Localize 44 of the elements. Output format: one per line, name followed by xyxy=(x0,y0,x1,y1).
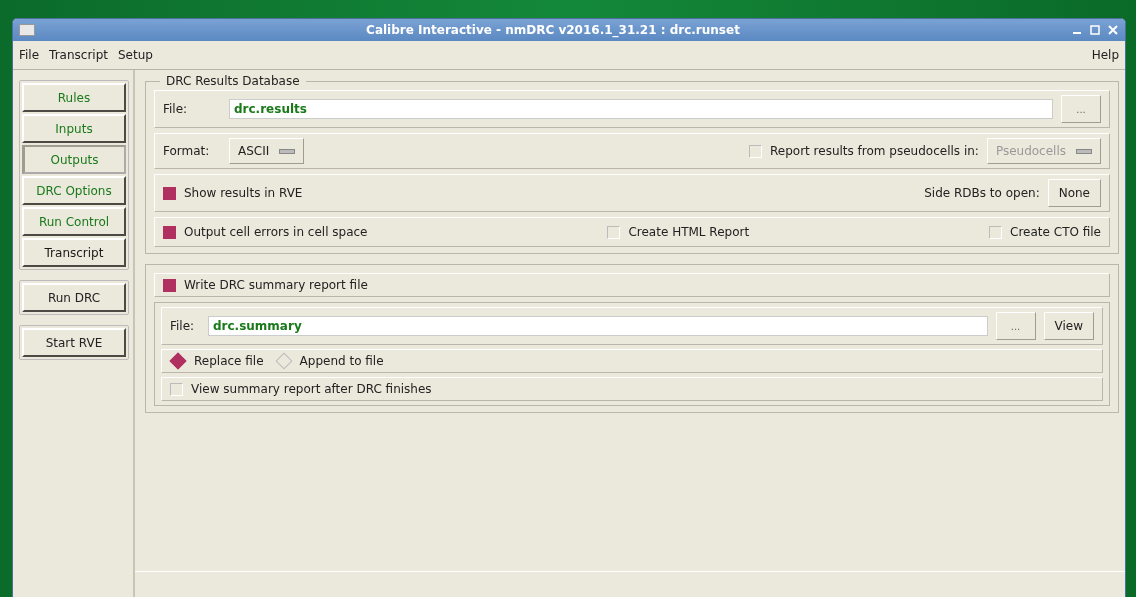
checkbox[interactable] xyxy=(170,382,183,396)
menu-item[interactable]: Help xyxy=(1091,48,1119,62)
action-button[interactable]: Start RVE xyxy=(22,328,126,357)
window-title: Calibre Interactive - nmDRC v2016.1_31.21 : drc.runset xyxy=(365,23,741,37)
close-icon[interactable] xyxy=(1107,24,1119,36)
field-label: Format: xyxy=(163,144,211,158)
format-dropdown[interactable]: ASCII xyxy=(229,138,305,164)
checkbox-label: Create CTO file xyxy=(1010,225,1101,239)
maximize-icon[interactable] xyxy=(1089,24,1101,36)
menu-item[interactable]: Setup xyxy=(118,48,153,62)
group-title: DRC Results Database xyxy=(165,74,301,88)
window-menu-icon[interactable] xyxy=(19,24,35,36)
menu-item[interactable]: Transcript xyxy=(49,48,108,62)
radio-label: Append to file xyxy=(299,354,384,368)
file-input[interactable]: drc.summary xyxy=(208,316,988,336)
nav-button[interactable]: Run Control xyxy=(22,207,126,236)
field-label: File: xyxy=(163,102,189,116)
action-button[interactable]: Run DRC xyxy=(22,283,126,312)
checkbox-label: Create HTML Report xyxy=(628,225,750,239)
view-button[interactable]: View xyxy=(1043,312,1094,340)
nav-button[interactable]: Rules xyxy=(22,83,126,112)
side-rdbs-button[interactable]: None xyxy=(1047,179,1101,207)
browse-button[interactable]: ... xyxy=(1061,95,1101,123)
checkbox[interactable] xyxy=(163,278,176,292)
checkbox-label: Write DRC summary report file xyxy=(184,278,368,292)
checkbox-label: Show results in RVE xyxy=(184,186,303,200)
checkbox[interactable] xyxy=(607,225,621,239)
radio-label: Replace file xyxy=(194,354,264,368)
menu-item[interactable]: File xyxy=(19,48,40,62)
field-label: File: xyxy=(170,319,196,333)
checkbox[interactable] xyxy=(163,186,176,200)
checkbox-label: Report results from pseudocells in: xyxy=(770,144,979,158)
nav-button[interactable]: Transcript xyxy=(22,238,126,267)
nav-button[interactable]: DRC Options xyxy=(22,176,126,205)
nav-button[interactable]: Outputs xyxy=(22,145,126,174)
checkbox[interactable] xyxy=(989,225,1003,239)
checkbox-label: View summary report after DRC finishes xyxy=(191,382,432,396)
checkbox[interactable] xyxy=(163,225,176,239)
nav-button[interactable]: Inputs xyxy=(22,114,126,143)
checkbox-label: Output cell errors in cell space xyxy=(184,225,368,239)
field-label: Side RDBs to open: xyxy=(924,186,1040,200)
browse-button[interactable]: ... xyxy=(995,312,1036,340)
checkbox[interactable] xyxy=(749,144,762,158)
file-input[interactable]: drc.results xyxy=(229,99,1053,119)
